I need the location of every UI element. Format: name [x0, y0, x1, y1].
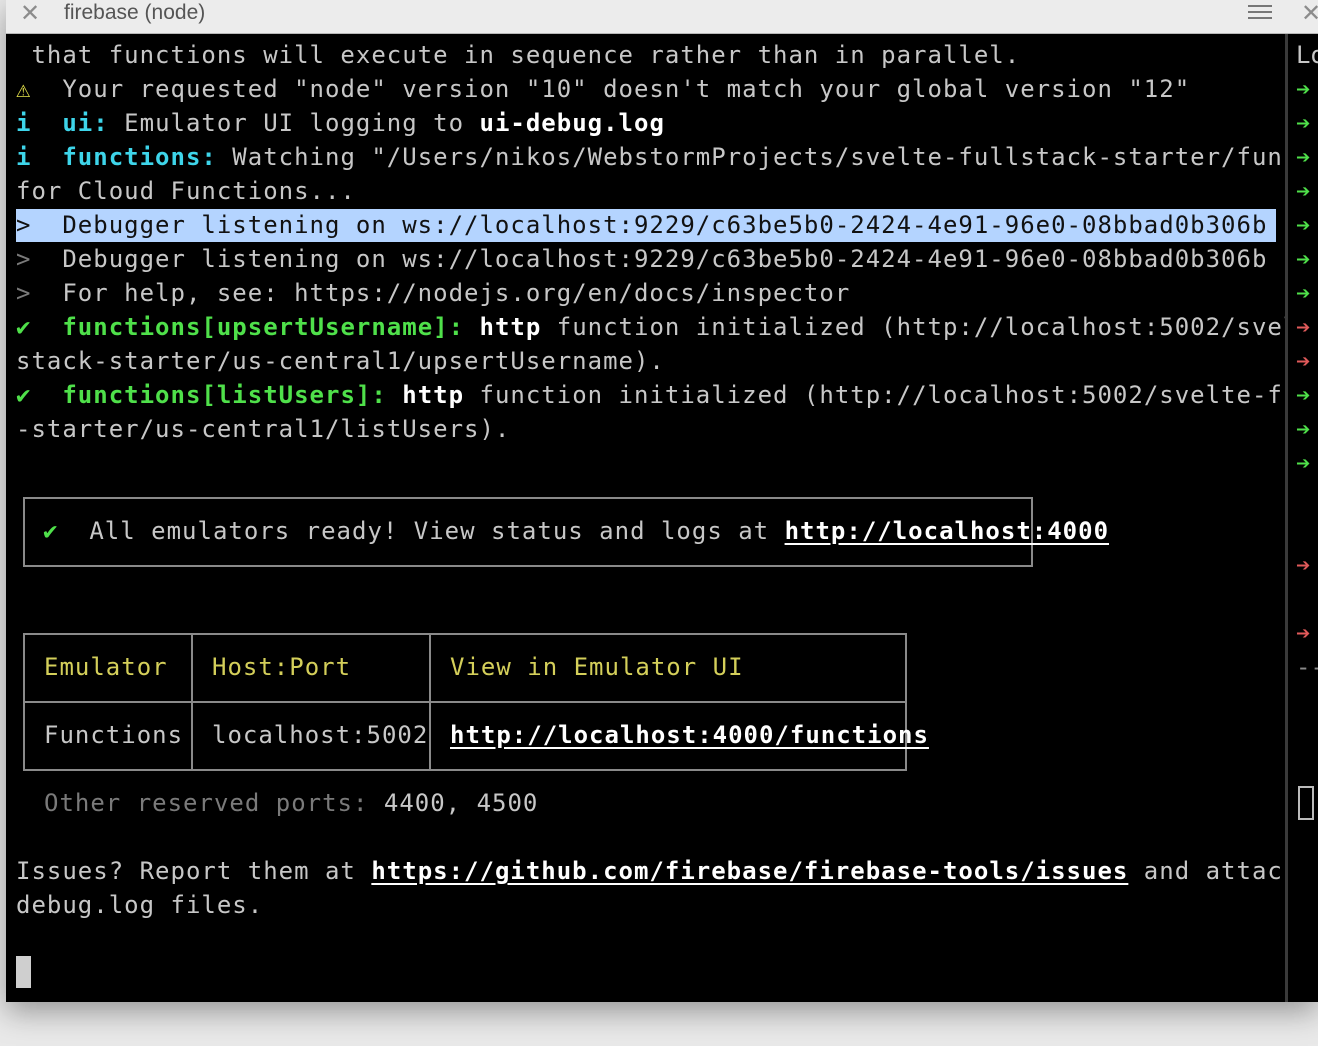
- output-line: > For help, see: https://nodejs.org/en/d…: [16, 279, 851, 307]
- tab-bar: ✕ firebase (node) ✕: [6, 0, 1318, 34]
- warning-icon: ⚠: [16, 75, 32, 103]
- terminal-output[interactable]: that functions will execute in sequence …: [6, 34, 1285, 1002]
- reserved-ports-line: Other reserved ports: 4400, 4500: [44, 789, 539, 817]
- output-line: > Debugger listening on ws://localhost:9…: [16, 245, 1268, 273]
- info-icon: i: [16, 143, 32, 171]
- red-arrow-icon: ➔: [1296, 619, 1311, 647]
- green-arrow-icon: ➔: [1296, 143, 1311, 171]
- prompt-icon: >: [16, 279, 32, 307]
- info-icon: i: [16, 109, 32, 137]
- functions-ui-link[interactable]: http://localhost:4000/functions: [450, 718, 929, 752]
- green-arrow-icon: ➔: [1296, 381, 1311, 409]
- output-line: i functions: Watching "/Users/nikos/Webs…: [16, 143, 1285, 171]
- table-header: View in Emulator UI: [450, 653, 744, 681]
- output-line: -starter/us-central1/listUsers).: [16, 415, 511, 443]
- close-second-tab-icon[interactable]: ✕: [1301, 1, 1318, 25]
- selected-output-line: > Debugger listening on ws://localhost:9…: [16, 211, 1268, 239]
- output-line: stack-starter/us-central1/upsertUsername…: [16, 347, 665, 375]
- green-arrow-icon: ➔: [1296, 177, 1311, 205]
- green-arrow-icon: ➔: [1296, 211, 1311, 239]
- check-icon: ✔: [43, 517, 59, 545]
- emulator-ui-link[interactable]: http://localhost:4000: [785, 517, 1109, 545]
- table-cell: localhost:5002: [212, 721, 429, 749]
- output-line: i ui: Emulator UI logging to ui-debug.lo…: [16, 109, 665, 137]
- close-tab-icon[interactable]: ✕: [20, 1, 44, 25]
- green-arrow-icon: ➔: [1296, 75, 1311, 103]
- output-line: that functions will execute in sequence …: [16, 41, 1021, 69]
- ready-banner: ✔ All emulators ready! View status and l…: [23, 497, 1108, 567]
- green-arrow-icon: ➔: [1296, 109, 1311, 137]
- table-header: Host:Port: [212, 653, 352, 681]
- green-arrow-icon: ➔: [1296, 449, 1311, 477]
- text-cursor: [16, 956, 31, 988]
- table-cell: Functions: [44, 721, 184, 749]
- issues-line: Issues? Report them at https://github.co…: [16, 857, 1285, 885]
- check-icon: ✔: [16, 313, 32, 341]
- output-line: ⚠ Your requested "node" version "10" doe…: [16, 75, 1191, 103]
- right-pane-dashes: --: [1296, 653, 1318, 681]
- output-line: ✔ functions[listUsers]: http function in…: [16, 381, 1285, 409]
- emulator-table: Emulator Host:Port View in Emulator UI F…: [23, 633, 928, 771]
- green-arrow-icon: ➔: [1296, 279, 1311, 307]
- output-line: ✔ functions[upsertUsername]: http functi…: [16, 313, 1285, 341]
- tab-title[interactable]: firebase (node): [64, 1, 205, 25]
- terminal-window: ✕ firebase (node) ✕ that functions will …: [6, 0, 1318, 1002]
- green-arrow-icon: ➔: [1296, 245, 1311, 273]
- red-arrow-icon: ➔: [1296, 313, 1311, 341]
- right-pane-text: Lo: [1296, 41, 1318, 69]
- table-header: Emulator: [44, 653, 168, 681]
- check-icon: ✔: [16, 381, 32, 409]
- green-arrow-icon: ➔: [1296, 415, 1311, 443]
- menu-icon[interactable]: [1248, 5, 1272, 23]
- output-line: debug.log files.: [16, 891, 264, 919]
- red-arrow-icon: ➔: [1296, 551, 1311, 579]
- cursor-box: [1298, 786, 1314, 820]
- output-line: for Cloud Functions...: [16, 177, 356, 205]
- issues-link[interactable]: https://github.com/firebase/firebase-too…: [371, 857, 1128, 885]
- right-pane[interactable]: Lo ➔ ➔ ➔ ➔ ➔ ➔ ➔ ➔ ➔ ➔ ➔ ➔ ➔ ➔ --: [1288, 34, 1318, 1002]
- prompt-icon: >: [16, 245, 32, 273]
- prompt-icon: >: [16, 211, 32, 239]
- red-arrow-icon: ➔: [1296, 347, 1311, 375]
